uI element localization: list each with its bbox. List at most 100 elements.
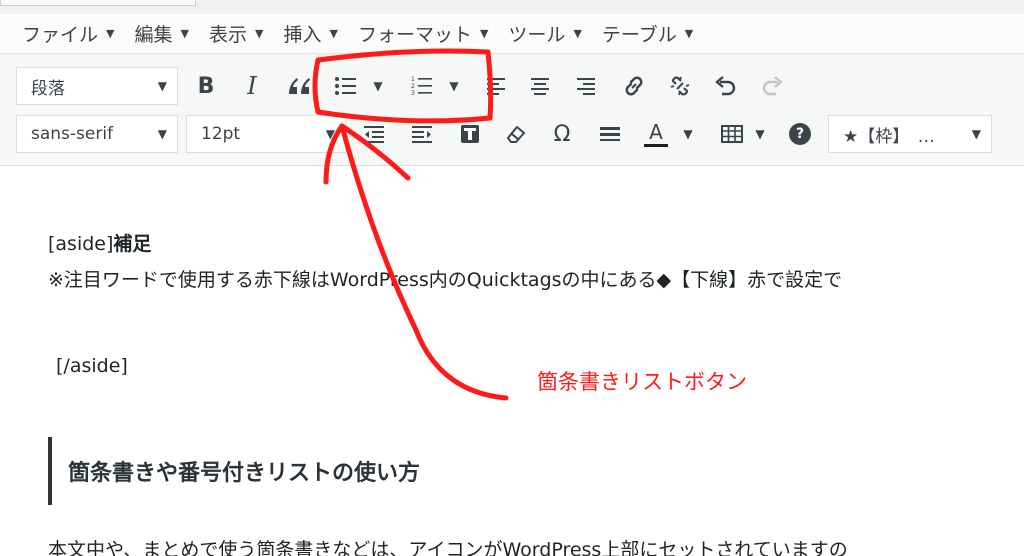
paste-text-button[interactable] [452,116,488,152]
numbered-list-dropdown[interactable]: ▼ [446,68,462,104]
text-color-swatch [644,143,668,147]
help-button[interactable]: ? [782,116,818,152]
undo-button[interactable] [708,68,744,104]
align-left-icon [487,78,505,95]
editor-content[interactable]: [aside]補足 ※注目ワードで使用する赤下線はWordPress内のQuic… [0,167,1024,556]
caret-down-icon: ▼ [573,27,582,40]
editor-top-strip [0,0,1024,14]
bold-icon: B [197,73,215,99]
align-center-button[interactable] [522,68,558,104]
table-icon [721,125,743,143]
outdent-button[interactable] [356,116,392,152]
aside-open-paragraph: [aside]補足 [48,229,151,256]
annotation-label: 箇条書きリストボタン [537,370,747,394]
caret-down-icon: ▼ [684,27,694,40]
svg-text:3: 3 [411,90,415,97]
quote-icon [289,78,310,94]
caret-down-icon: ▼ [157,79,167,93]
caret-down-icon: ▼ [755,127,765,141]
menubar: ファイル ▼ 編集 ▼ 表示 ▼ 挿入 ▼ フォーマット ▼ ツール ▼ テーブル ▼ [0,14,1024,54]
caret-down-icon: ▼ [373,79,383,93]
menu-insert[interactable]: 挿入 ▼ [283,20,337,47]
clear-formatting-button[interactable] [498,116,534,152]
paste-text-icon [461,125,479,143]
undo-icon [715,76,736,96]
toolbar-row-1: 段落 ▼ B I ▼ 1 2 3 ▼ [0,64,1024,108]
bullet-list-button[interactable] [328,68,364,104]
caret-down-icon: ▼ [971,127,981,141]
bold-button[interactable]: B [188,68,224,104]
unlink-button[interactable] [662,68,698,104]
font-size-select[interactable]: 12pt ▼ [186,115,346,153]
align-center-icon [531,78,549,95]
bullet-list-icon [335,77,356,95]
menu-table[interactable]: テーブル ▼ [602,20,693,47]
font-family-value: sans-serif [31,124,114,144]
toolbar-row-2: sans-serif ▼ 12pt ▼ Ω A ▼ ▼ ? ★【枠】 … ▼ [0,112,1024,156]
help-icon: ? [789,123,811,145]
font-family-select[interactable]: sans-serif ▼ [16,115,178,153]
table-dropdown[interactable]: ▼ [752,116,768,152]
caret-down-icon: ▼ [683,127,693,141]
menu-tools-label: ツール [508,24,566,46]
bullet-list-dropdown[interactable]: ▼ [370,68,386,104]
menu-view-label: 表示 [208,24,247,46]
menu-edit[interactable]: 編集 ▼ [134,20,188,47]
table-button[interactable] [714,116,750,152]
insert-link-button[interactable] [616,68,652,104]
format-select-value: 段落 [31,78,65,99]
link-icon [625,76,643,96]
section-heading: 箇条書きや番号付きリストの使い方 [48,437,420,505]
italic-button[interactable]: I [234,68,270,104]
horizontal-line-icon [600,127,620,141]
menu-file[interactable]: ファイル ▼ [22,20,114,47]
font-size-value: 12pt [201,124,241,144]
menu-insert-label: 挿入 [283,24,322,46]
caret-down-icon: ▼ [180,27,189,40]
note-paragraph: ※注目ワードで使用する赤下線はWordPress内のQuicktagsの中にある… [48,269,843,291]
redo-button[interactable] [754,68,790,104]
svg-text:2: 2 [411,83,415,90]
caret-down-icon: ▼ [106,27,115,40]
align-right-button[interactable] [568,68,604,104]
svg-text:1: 1 [411,76,415,83]
horizontal-line-button[interactable] [592,116,628,152]
menu-file-label: ファイル [22,24,99,46]
aside-close-paragraph: [/aside] [56,355,128,377]
caret-down-icon: ▼ [254,27,264,40]
unlink-icon [670,76,690,96]
special-character-button[interactable]: Ω [544,116,580,152]
menu-format-label: フォーマット [357,24,472,46]
italic-icon: I [247,72,257,100]
indent-button[interactable] [404,116,440,152]
menu-view[interactable]: 表示 ▼ [209,20,263,47]
text-color-button[interactable]: A [638,116,674,152]
text-color-icon: A [649,119,663,144]
numbered-list-icon: 1 2 3 [411,76,432,97]
caret-down-icon: ▼ [157,127,167,141]
menu-table-label: テーブル [601,24,677,46]
numbered-list-button[interactable]: 1 2 3 [404,68,440,104]
align-right-icon [577,78,595,95]
format-select[interactable]: 段落 ▼ [16,67,178,105]
editor-toolbar: ファイル ▼ 編集 ▼ 表示 ▼ 挿入 ▼ フォーマット ▼ ツール ▼ テーブル ▼ 段落 … [0,14,1024,166]
style-select[interactable]: ★【枠】 … ▼ [828,115,992,153]
menu-tools[interactable]: ツール ▼ [508,20,581,47]
aside-title: 補足 [113,233,152,255]
menu-edit-label: 編集 [134,24,173,46]
align-left-button[interactable] [478,68,514,104]
caret-down-icon: ▼ [325,127,335,141]
redo-icon [762,76,783,96]
aside-open-tag: [aside] [48,233,114,255]
caret-down-icon: ▼ [449,79,459,93]
body-paragraph: 本文中や、まとめで使う箇条書きなどは、アイコンがWordPress上部にセットさ… [48,539,848,556]
blockquote-button[interactable] [282,68,318,104]
indent-icon [412,126,432,143]
tab-edge [0,0,196,6]
caret-down-icon: ▼ [329,27,338,40]
text-color-dropdown[interactable]: ▼ [680,116,696,152]
eraser-icon [507,126,525,143]
omega-icon: Ω [553,121,571,147]
menu-format[interactable]: フォーマット ▼ [358,20,488,47]
section-heading-text: 箇条書きや番号付きリストの使い方 [68,461,421,486]
